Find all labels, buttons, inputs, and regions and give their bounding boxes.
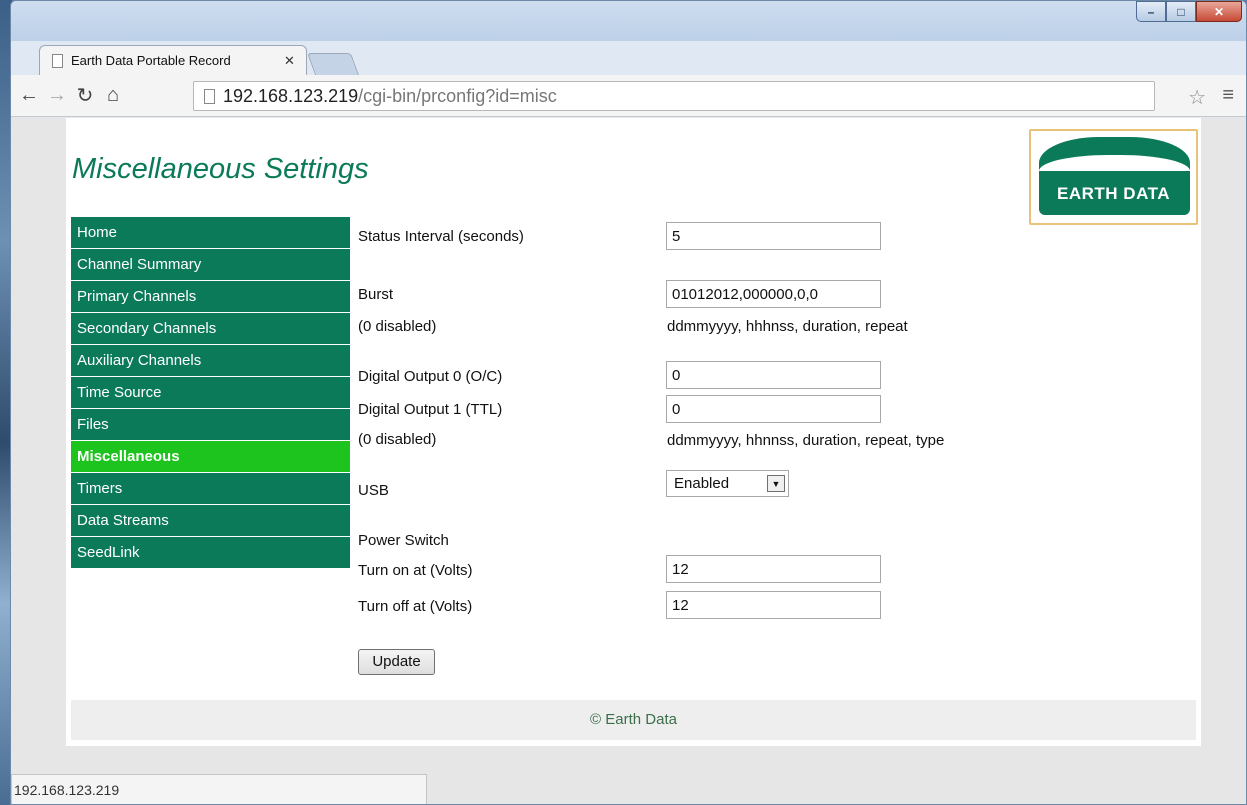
tab-close-icon[interactable]: ✕ [284, 53, 306, 69]
status-bubble: 192.168.123.219 [11, 774, 427, 804]
page-icon [204, 88, 215, 104]
bookmark-star-icon[interactable]: ☆ [1188, 85, 1206, 110]
tab-title: Earth Data Portable Record [71, 53, 231, 68]
update-button[interactable]: Update [358, 649, 435, 675]
nav-item-home[interactable]: Home [71, 217, 350, 249]
usb-label: USB [358, 482, 389, 499]
digital-output-0-label: Digital Output 0 (O/C) [358, 368, 503, 385]
burst-note: (0 disabled) [358, 318, 437, 335]
new-tab-button[interactable] [306, 53, 360, 75]
home-icon[interactable]: ⌂ [99, 84, 127, 107]
maximize-button[interactable]: □ [1166, 1, 1196, 22]
nav-item-data-streams[interactable]: Data Streams [71, 505, 350, 537]
digital-output-1-input[interactable] [666, 395, 881, 423]
nav-item-auxiliary-channels[interactable]: Auxiliary Channels [71, 345, 350, 377]
burst-label: Burst [358, 286, 394, 303]
back-icon[interactable]: ← [15, 84, 43, 107]
url-host: 192.168.123.219 [223, 85, 359, 106]
nav-item-channel-summary[interactable]: Channel Summary [71, 249, 350, 281]
nav-item-seedlink[interactable]: SeedLink [71, 537, 350, 569]
nav-item-secondary-channels[interactable]: Secondary Channels [71, 313, 350, 345]
page-title: Miscellaneous Settings [72, 153, 369, 185]
reload-icon[interactable]: ↻ [71, 83, 99, 108]
power-switch-label: Power Switch [358, 532, 449, 549]
usb-selected-value: Enabled [674, 475, 730, 492]
burst-input[interactable] [666, 280, 881, 308]
browser-window: – □ ✕ Earth Data Portable Record ✕ ← → ↻… [10, 0, 1247, 805]
url-path: /cgi-bin/prconfig?id=misc [358, 85, 557, 106]
page-viewport: Miscellaneous Settings EARTH DATA Home C… [11, 118, 1246, 804]
nav-item-miscellaneous[interactable]: Miscellaneous [71, 441, 350, 473]
usb-select[interactable]: Enabled ▼ [666, 470, 789, 497]
browser-toolbar: ← → ↻ ⌂ 192.168.123.219/cgi-bin/prconfig… [11, 75, 1246, 117]
address-bar[interactable]: 192.168.123.219/cgi-bin/prconfig?id=misc [193, 81, 1155, 111]
turn-on-label: Turn on at (Volts) [358, 562, 473, 579]
nav-item-timers[interactable]: Timers [71, 473, 350, 505]
title-bar: – □ ✕ [11, 1, 1246, 41]
digital-output-1-label: Digital Output 1 (TTL) [358, 401, 503, 418]
burst-format-hint: ddmmyyyy, hhhnss, duration, repeat [667, 318, 908, 335]
digital-note: (0 disabled) [358, 431, 437, 448]
turn-on-input[interactable] [666, 555, 881, 583]
window-controls: – □ ✕ [1136, 1, 1242, 23]
turn-off-label: Turn off at (Volts) [358, 598, 473, 615]
nav-item-time-source[interactable]: Time Source [71, 377, 350, 409]
logo-text: EARTH DATA [1057, 184, 1170, 203]
page-icon [52, 53, 63, 68]
sidebar-nav: Home Channel Summary Primary Channels Se… [71, 217, 350, 569]
menu-icon[interactable]: ≡ [1222, 84, 1234, 107]
earth-data-logo: EARTH DATA [1029, 129, 1198, 225]
turn-off-input[interactable] [666, 591, 881, 619]
minimize-button[interactable]: – [1136, 1, 1166, 22]
page-content: Miscellaneous Settings EARTH DATA Home C… [66, 118, 1201, 746]
browser-tab[interactable]: Earth Data Portable Record ✕ [39, 45, 307, 75]
nav-item-primary-channels[interactable]: Primary Channels [71, 281, 350, 313]
digital-output-0-input[interactable] [666, 361, 881, 389]
nav-item-files[interactable]: Files [71, 409, 350, 441]
page-footer: © Earth Data [71, 700, 1196, 740]
status-interval-label: Status Interval (seconds) [358, 228, 524, 245]
forward-icon[interactable]: → [43, 84, 71, 107]
close-window-button[interactable]: ✕ [1196, 1, 1242, 22]
chevron-down-icon[interactable]: ▼ [767, 475, 785, 492]
status-interval-input[interactable] [666, 222, 881, 250]
digital-format-hint: ddmmyyyy, hhnnss, duration, repeat, type [667, 432, 945, 449]
